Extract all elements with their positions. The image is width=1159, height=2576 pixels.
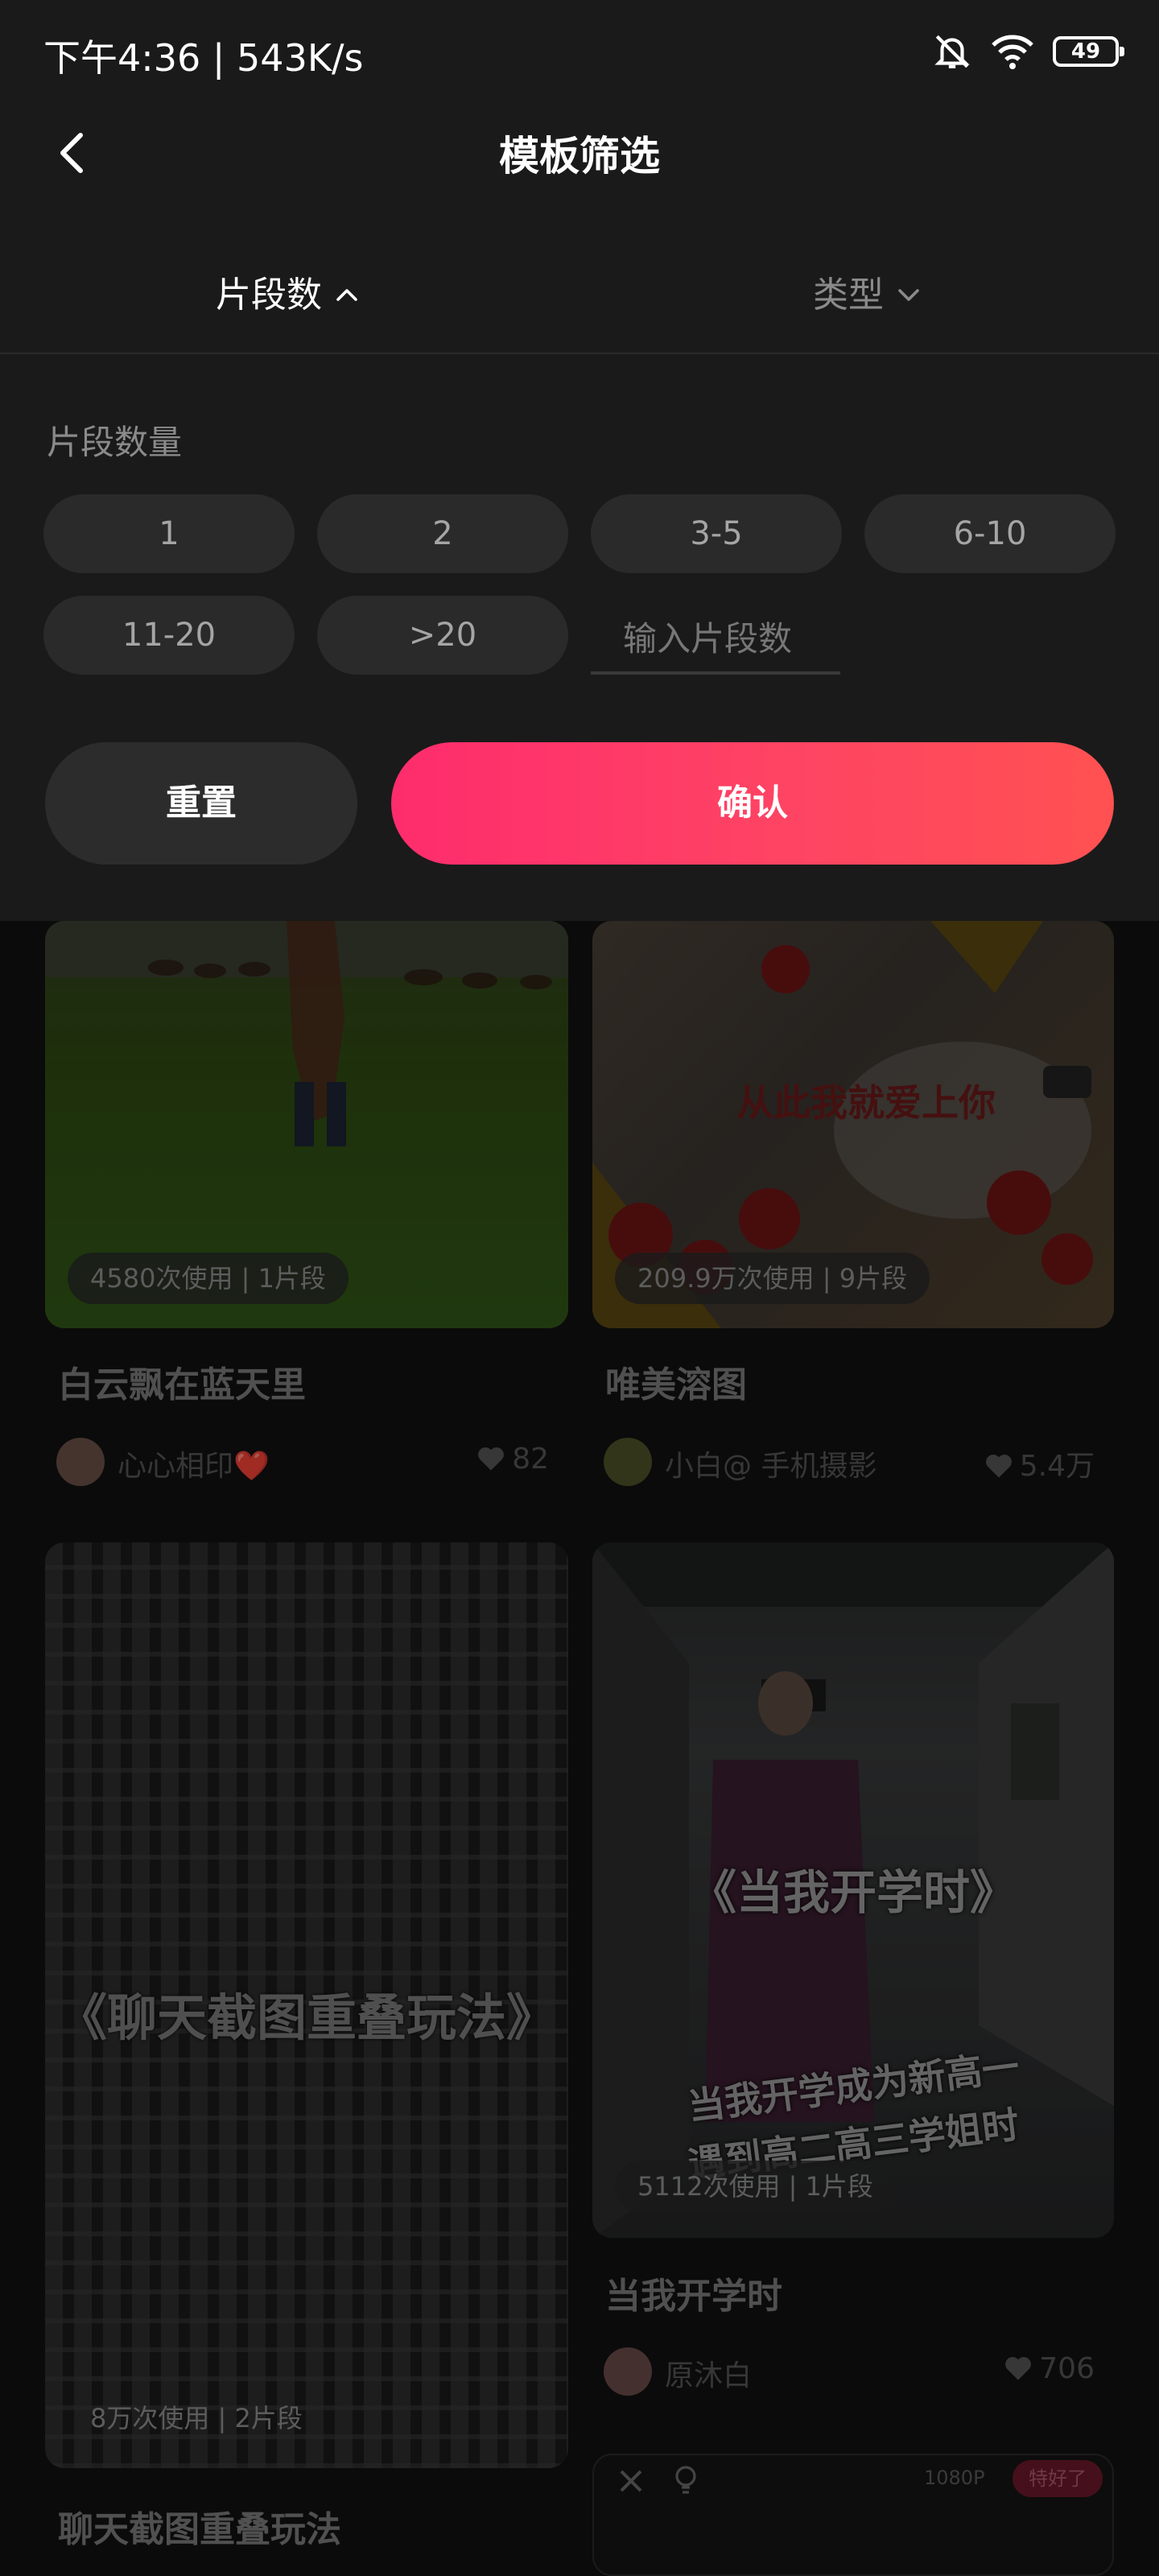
segment-count-input[interactable]: 输入片段数 (591, 594, 840, 675)
option-chip-over-20[interactable]: >20 (317, 596, 568, 675)
battery-icon: 49 (1053, 36, 1124, 67)
tab-type[interactable]: 类型 (813, 266, 921, 322)
tab-label: 类型 (813, 275, 884, 316)
filter-panel: 片段数量 1 2 3-5 6-10 11-20 >20 输入片段数 重置 确认 (0, 354, 1159, 921)
tab-segment-count[interactable]: 片段数 (216, 266, 359, 322)
status-bar: 下午4:36 | 543K/s 49 (0, 0, 1159, 105)
status-time: 下午4:36 | 543K/s (43, 36, 364, 80)
confirm-button[interactable]: 确认 (391, 742, 1114, 865)
mute-bell-icon (934, 35, 970, 68)
segment-count-label: 片段数量 (47, 423, 183, 462)
wifi-icon (992, 35, 1033, 69)
option-chip-11-20[interactable]: 11-20 (43, 596, 295, 675)
status-icons: 49 (932, 31, 1124, 72)
nav-bar: 模板筛选 (0, 105, 1159, 201)
option-chip-6-10[interactable]: 6-10 (864, 494, 1116, 573)
chevron-down-icon (898, 289, 919, 301)
template-feed: 4580次使用 | 1片段 白云飘在蓝天里 心心相印❤️ 82 从此我就爱上你 … (0, 921, 1159, 2576)
segment-count-placeholder: 输入片段数 (623, 619, 793, 658)
filter-tabs: 片段数 类型 (0, 201, 1159, 354)
option-chip-1[interactable]: 1 (43, 494, 295, 573)
chevron-up-icon (336, 289, 357, 301)
reset-button[interactable]: 重置 (45, 742, 357, 865)
option-chip-3-5[interactable]: 3-5 (591, 494, 842, 573)
page-title: 模板筛选 (499, 133, 660, 180)
tab-label: 片段数 (216, 275, 322, 316)
option-chip-2[interactable]: 2 (317, 494, 568, 573)
dim-overlay[interactable] (0, 921, 1159, 2576)
